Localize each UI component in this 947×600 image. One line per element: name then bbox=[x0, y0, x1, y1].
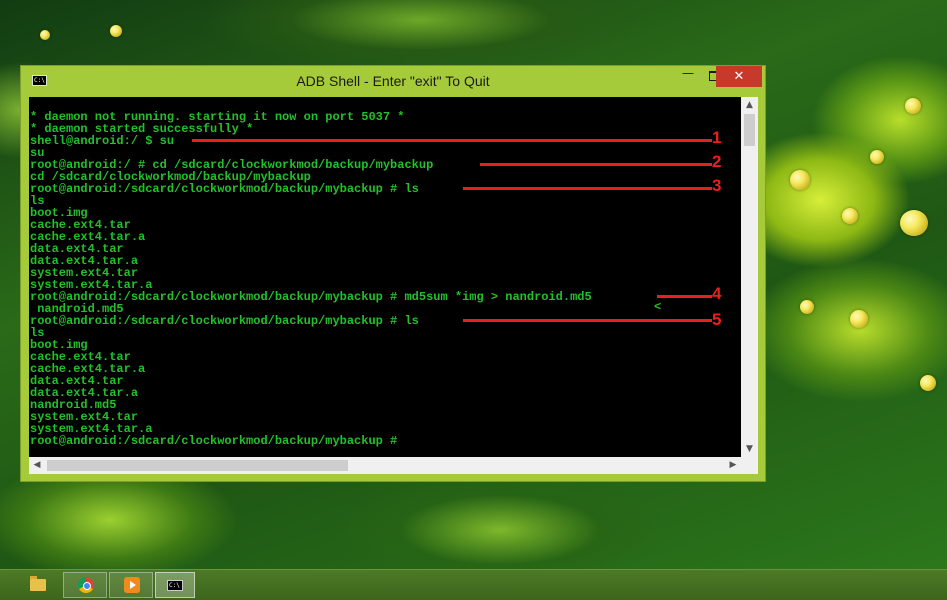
annotation-number-2: 2 bbox=[712, 152, 722, 171]
annotation-number-1: 1 bbox=[712, 128, 722, 147]
vertical-scroll-thumb[interactable] bbox=[744, 114, 755, 146]
scrollbar-corner bbox=[741, 457, 758, 474]
console-output[interactable]: * daemon not running. starting it now on… bbox=[29, 97, 741, 457]
console-text: * daemon not running. starting it now on… bbox=[30, 111, 592, 447]
close-icon: ✕ bbox=[733, 69, 745, 84]
file-explorer-icon bbox=[30, 576, 46, 591]
annotation-number-5: 5 bbox=[712, 310, 722, 329]
command-prompt-icon: C:\ bbox=[167, 580, 183, 591]
horizontal-scrollbar[interactable]: ◀ ▶ bbox=[29, 457, 741, 474]
media-player-icon bbox=[124, 577, 140, 593]
taskbar-command-prompt-button[interactable]: C:\ bbox=[155, 572, 195, 598]
annotation-line-5 bbox=[463, 319, 712, 322]
horizontal-scroll-thumb[interactable] bbox=[47, 460, 348, 471]
water-drop bbox=[870, 150, 884, 164]
chrome-icon bbox=[78, 577, 94, 593]
taskbar-chrome-button[interactable] bbox=[63, 572, 107, 598]
console-line: root@android:/sdcard/clockworkmod/backup… bbox=[30, 434, 398, 448]
water-drop bbox=[842, 208, 858, 224]
adb-shell-window[interactable]: C:\ ADB Shell - Enter "exit" To Quit — ✕… bbox=[20, 65, 766, 482]
water-drop bbox=[110, 25, 122, 37]
scroll-up-icon[interactable]: ▲ bbox=[741, 97, 758, 113]
water-drop bbox=[790, 170, 810, 190]
vertical-scrollbar[interactable]: ▲ ▼ bbox=[741, 97, 758, 457]
taskbar-media-player-button[interactable] bbox=[109, 572, 153, 598]
scroll-down-icon[interactable]: ▼ bbox=[741, 441, 758, 457]
minimize-button[interactable]: — bbox=[675, 66, 701, 87]
annotation-number-3: 3 bbox=[712, 176, 722, 195]
water-drop bbox=[900, 210, 928, 236]
annotation-line-3 bbox=[463, 187, 712, 190]
annotation-line-4 bbox=[657, 295, 712, 298]
water-drop bbox=[920, 375, 936, 391]
annotation-line-1 bbox=[192, 139, 712, 142]
console-line: ls bbox=[30, 326, 45, 340]
water-drop bbox=[850, 310, 868, 328]
console-line: ls bbox=[30, 194, 45, 208]
window-title: ADB Shell - Enter "exit" To Quit bbox=[296, 73, 490, 89]
scroll-right-icon[interactable]: ▶ bbox=[725, 457, 741, 474]
title-bar[interactable]: C:\ ADB Shell - Enter "exit" To Quit — ✕ bbox=[21, 66, 765, 96]
water-drop bbox=[905, 98, 921, 114]
scroll-left-icon[interactable]: ◀ bbox=[29, 457, 45, 474]
water-drop bbox=[40, 30, 50, 40]
water-drop bbox=[800, 300, 814, 314]
close-button[interactable]: ✕ bbox=[716, 66, 762, 87]
stray-character: < bbox=[654, 300, 662, 314]
annotation-number-4: 4 bbox=[712, 284, 722, 303]
annotation-line-2 bbox=[480, 163, 712, 166]
taskbar-file-explorer-button[interactable] bbox=[24, 572, 52, 598]
taskbar: C:\ bbox=[0, 569, 947, 600]
minimize-icon: — bbox=[682, 66, 694, 80]
